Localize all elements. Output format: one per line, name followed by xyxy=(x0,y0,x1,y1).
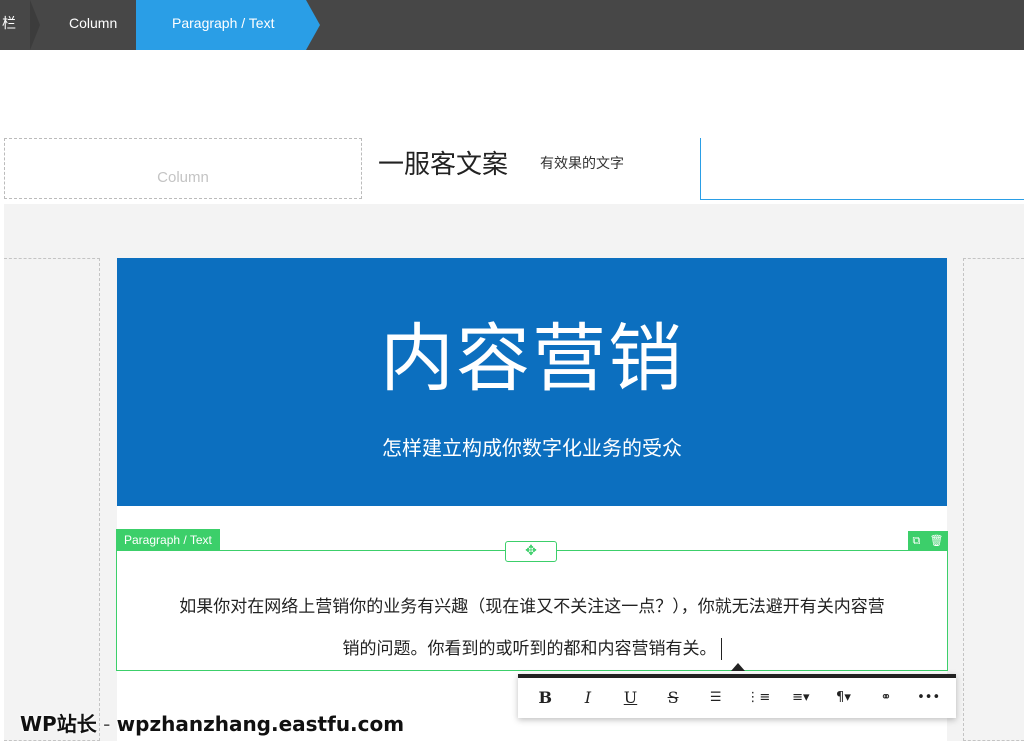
site-brand: 一服客文案 xyxy=(378,150,509,180)
link-icon[interactable]: ⚭ xyxy=(869,683,903,713)
align-icon[interactable]: ≡▾ xyxy=(784,683,818,713)
empty-column-placeholder[interactable]: Column xyxy=(4,138,362,199)
paragraph-line-2: 销的问题。你看到的或听到的都和内容营销有关。 xyxy=(130,628,934,670)
builder-breadcrumb-bar: 栏 Column Paragraph / Text xyxy=(0,0,1024,50)
trash-icon[interactable]: 🗑 xyxy=(929,531,943,550)
underline-button[interactable]: U xyxy=(613,683,647,713)
text-caret xyxy=(720,638,722,660)
right-empty-column[interactable] xyxy=(963,258,1024,741)
strikethrough-button[interactable]: S xyxy=(656,683,690,713)
duplicate-icon[interactable]: ⧉ xyxy=(913,531,921,550)
breadcrumb-item-paragraph[interactable]: Paragraph / Text xyxy=(172,0,274,50)
watermark: WP站长 - wpzhanzhang.eastfu.com xyxy=(20,708,404,737)
column-placeholder-label: Column xyxy=(157,169,209,186)
bullet-list-icon[interactable]: ☰ xyxy=(699,683,733,713)
italic-button[interactable]: I xyxy=(571,683,605,713)
paragraph-line-1: 如果你对在网络上营销你的业务有兴趣（现在谁又不关注这一点？），你就无法避开有关内… xyxy=(179,597,885,617)
bold-button[interactable]: B xyxy=(528,683,562,713)
watermark-separator: - xyxy=(96,712,117,736)
site-tagline: 有效果的文字 xyxy=(540,156,624,172)
text-format-toolbar: B I U S ☰ ⋮≡ ≡▾ ¶▾ ⚭ ••• xyxy=(518,674,956,718)
breadcrumb-separator xyxy=(30,0,40,50)
toolbar-pointer xyxy=(731,663,745,671)
selected-column-border xyxy=(700,138,701,200)
breadcrumb-item-root[interactable]: 栏 xyxy=(2,0,16,50)
watermark-brand: WP站长 xyxy=(20,712,97,736)
left-empty-column[interactable] xyxy=(4,258,100,741)
breadcrumb-item-column[interactable]: Column xyxy=(69,0,117,50)
selected-column-border-bottom xyxy=(700,199,1024,200)
paragraph-icon[interactable]: ¶▾ xyxy=(826,683,860,713)
module-actions: ⧉ 🗑 xyxy=(908,531,948,550)
move-icon[interactable]: ✥ xyxy=(505,541,557,562)
hero-subtitle: 怎样建立构成你数字化业务的受众 xyxy=(382,436,682,460)
hero-section[interactable]: 内容营销 怎样建立构成你数字化业务的受众 xyxy=(117,258,947,506)
hero-title: 内容营销 xyxy=(380,316,684,402)
paragraph-module-tag[interactable]: Paragraph / Text xyxy=(116,529,220,551)
paragraph-line-2-text: 销的问题。你看到的或听到的都和内容营销有关。 xyxy=(342,639,717,659)
paragraph-text[interactable]: 如果你对在网络上营销你的业务有兴趣（现在谁又不关注这一点？），你就无法避开有关内… xyxy=(130,586,934,670)
numbered-list-icon[interactable]: ⋮≡ xyxy=(741,683,775,713)
watermark-url: wpzhanzhang.eastfu.com xyxy=(116,712,405,736)
more-options-button[interactable]: ••• xyxy=(912,683,946,713)
breadcrumb-active-arrow xyxy=(306,0,320,50)
